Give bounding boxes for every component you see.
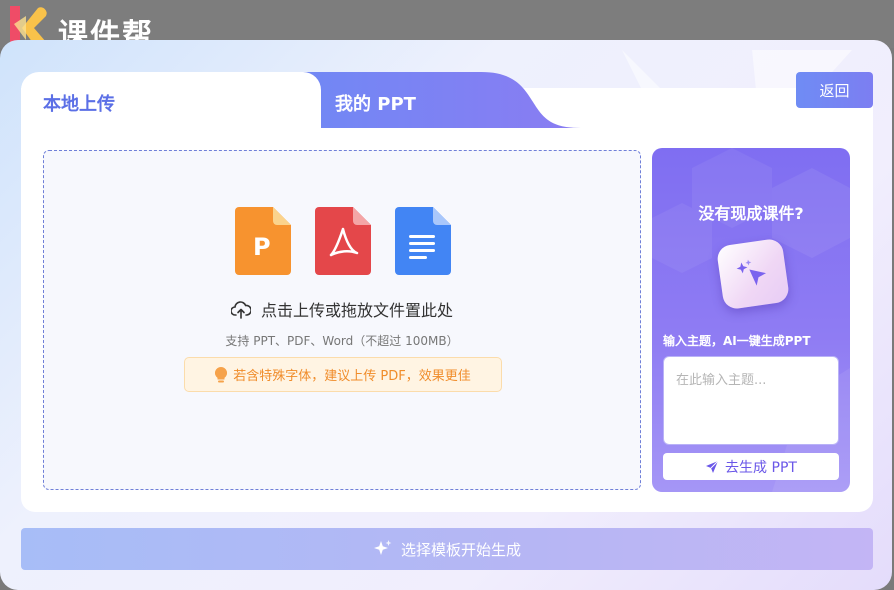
tab-local-upload-label: 本地上传 [43,94,115,115]
ai-generate-card: 没有现成课件? 输入主题，AI一键生成PPT 去生成 PPT [652,148,850,492]
cloud-upload-icon [230,301,252,319]
ai-input-hint: 输入主题，AI一键生成PPT [663,334,811,348]
pdf-file-icon [315,207,371,275]
supported-formats-text: 支持 PPT、PDF、Word（不超过 100MB） [225,334,459,348]
start-generate-button[interactable]: 选择模板开始生成 [21,528,873,570]
send-icon [706,460,719,473]
back-button[interactable]: 返回 [796,72,873,108]
tab-local-upload[interactable]: 本地上传 [21,72,321,128]
topic-input[interactable] [663,356,839,445]
upload-prompt-text: 点击上传或拖放文件置此处 [260,301,453,320]
start-generate-label: 选择模板开始生成 [400,540,521,559]
svg-text:P: P [253,233,271,261]
upload-dropzone[interactable]: P 点击上传或拖放文件置此处 支持 PPT、PDF、Word（不超过 100MB… [43,150,641,490]
font-tip-banner: 若含特殊字体，建议上传 PDF，效果更佳 [184,357,502,392]
font-tip-text: 若含特殊字体，建议上传 PDF，效果更佳 [233,369,471,384]
ai-magic-icon [715,237,791,311]
upload-prompt: 点击上传或拖放文件置此处 [44,297,640,321]
generate-ppt-button[interactable]: 去生成 PPT [663,453,839,480]
word-file-icon [395,207,451,275]
ppt-file-icon: P [235,207,291,275]
lightbulb-icon [215,366,228,382]
sparkle-icon [373,540,392,555]
tab-my-ppt[interactable]: 我的 PPT [335,90,416,116]
generate-ppt-label: 去生成 PPT [725,459,797,476]
file-type-icons: P [235,207,451,275]
ai-card-title: 没有现成课件? [698,204,804,223]
sparkle-cursor-icon [736,259,767,286]
tab-bar: 本地上传 我的 PPT [21,72,581,128]
